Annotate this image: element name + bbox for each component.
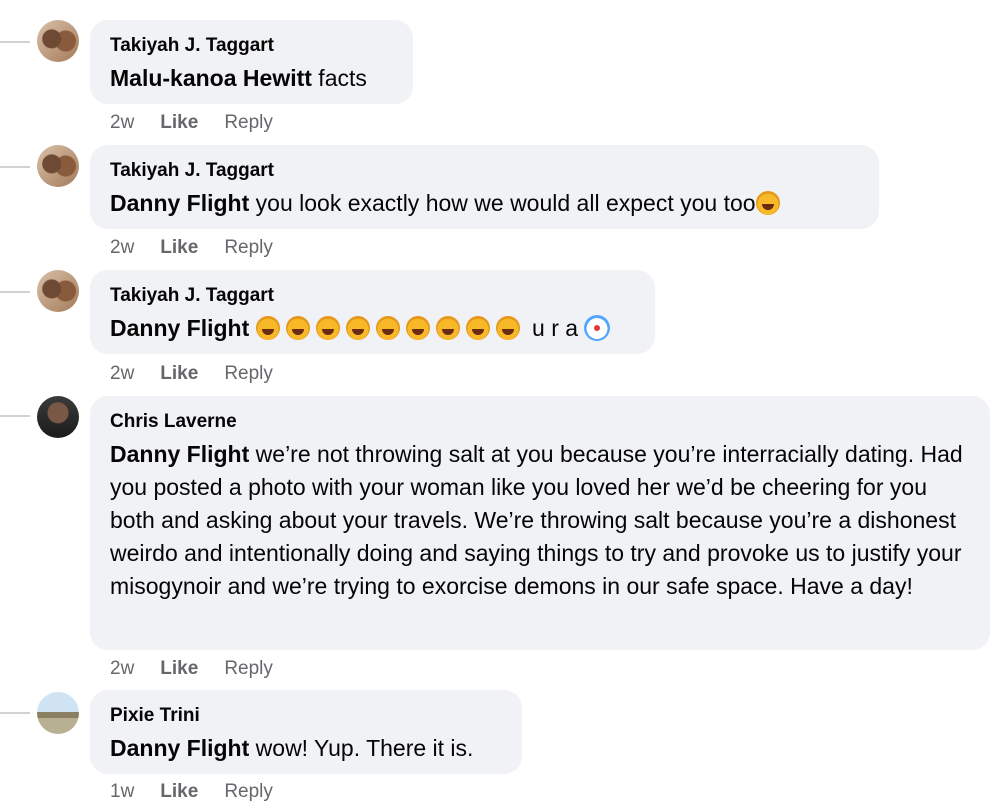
comment-bubble: Chris Laverne Danny Flight we’re not thr… [90, 396, 990, 650]
comment-time[interactable]: 2w [110, 237, 134, 259]
comment-body-text: u r a [525, 315, 579, 341]
mention-link[interactable]: Danny Flight [110, 190, 249, 216]
comment-text: Danny Flight wow! Yup. There it is. [110, 732, 502, 765]
laughing-emoji-icon [375, 316, 400, 340]
laughing-emoji-icon [495, 316, 520, 340]
laughing-emoji-icon [405, 316, 430, 340]
avatar[interactable] [37, 270, 79, 312]
comment-author[interactable]: Chris Laverne [110, 410, 970, 434]
clown-face-icon [584, 315, 611, 341]
thread-line [0, 41, 30, 43]
avatar[interactable] [37, 692, 79, 734]
like-button[interactable]: Like [160, 237, 198, 259]
comment-time[interactable]: 2w [110, 658, 134, 680]
comment-body-text: you look exactly how we would all expect… [249, 190, 756, 216]
thread-line [0, 415, 30, 417]
laughing-emoji-icon [285, 316, 310, 340]
avatar[interactable] [37, 20, 79, 62]
comment-author[interactable]: Takiyah J. Taggart [110, 159, 859, 183]
comment-text: Danny Flight you look exactly how we wou… [110, 187, 859, 220]
laughing-emoji-icon [255, 316, 280, 340]
thread-line [0, 291, 30, 293]
laughing-emoji-icon [465, 316, 490, 340]
comment-author[interactable]: Takiyah J. Taggart [110, 34, 393, 58]
reply-button[interactable]: Reply [224, 658, 273, 680]
comment-text: Danny Flight we’re not throwing salt at … [110, 438, 970, 603]
comment-actions: 2w Like Reply [110, 363, 273, 385]
comment-bubble: Takiyah J. Taggart Malu-kanoa Hewitt fac… [90, 20, 413, 104]
reply-button[interactable]: Reply [224, 112, 273, 134]
comment-text: Malu-kanoa Hewitt facts [110, 62, 393, 95]
reply-button[interactable]: Reply [224, 237, 273, 259]
comment-author[interactable]: Takiyah J. Taggart [110, 284, 635, 308]
thread-line [0, 712, 30, 714]
reply-button[interactable]: Reply [224, 363, 273, 385]
avatar[interactable] [37, 145, 79, 187]
avatar[interactable] [37, 396, 79, 438]
laughing-emoji-icon [755, 191, 780, 215]
laughing-emoji-icon [345, 316, 370, 340]
comment-actions: 2w Like Reply [110, 112, 273, 134]
like-button[interactable]: Like [160, 363, 198, 385]
comment-bubble: Takiyah J. Taggart Danny Flight u r a [90, 270, 655, 354]
comment-bubble: Pixie Trini Danny Flight wow! Yup. There… [90, 690, 522, 774]
mention-link[interactable]: Danny Flight [110, 315, 249, 341]
comment-bubble: Takiyah J. Taggart Danny Flight you look… [90, 145, 879, 229]
comment-actions: 2w Like Reply [110, 658, 273, 680]
comment-time[interactable]: 2w [110, 363, 134, 385]
mention-link[interactable]: Malu-kanoa Hewitt [110, 65, 312, 91]
comment-time[interactable]: 2w [110, 112, 134, 134]
comment-body-text: wow! Yup. There it is. [249, 735, 474, 761]
laughing-emoji-icon [435, 316, 460, 340]
laughing-emoji-icon [315, 316, 340, 340]
like-button[interactable]: Like [160, 112, 198, 134]
comment-author[interactable]: Pixie Trini [110, 704, 502, 728]
like-button[interactable]: Like [160, 658, 198, 680]
thread-line [0, 166, 30, 168]
mention-link[interactable]: Danny Flight [110, 441, 249, 467]
comment-actions: 2w Like Reply [110, 237, 273, 259]
mention-link[interactable]: Danny Flight [110, 735, 249, 761]
comment-text: Danny Flight u r a [110, 312, 635, 345]
comment-body-text: facts [311, 65, 367, 91]
